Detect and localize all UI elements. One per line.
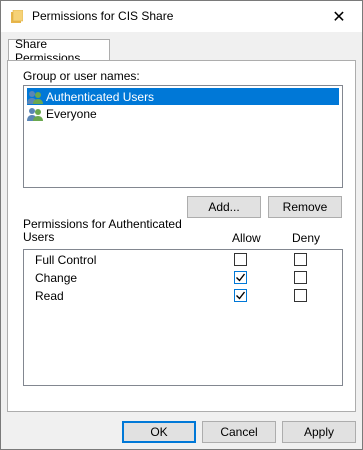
users-group-icon	[27, 106, 43, 122]
ok-button[interactable]: OK	[122, 421, 196, 443]
read-allow-checkbox[interactable]	[234, 289, 247, 302]
close-button[interactable]: ✕	[316, 1, 362, 32]
window-title: Permissions for CIS Share	[32, 9, 174, 23]
remove-button[interactable]: Remove	[268, 196, 342, 218]
folder-icon	[11, 9, 24, 23]
permission-name-change: Change	[35, 271, 78, 285]
read-deny-checkbox[interactable]	[294, 289, 307, 302]
permission-name-read: Read	[35, 289, 64, 303]
checkmark-icon	[236, 291, 246, 300]
tab-share-permissions[interactable]: Share Permissions	[8, 37, 110, 65]
permissions-list: Full Control Change Read	[23, 249, 343, 386]
full-control-deny-checkbox[interactable]	[294, 253, 307, 266]
user-list[interactable]: Authenticated Users Everyone	[23, 85, 343, 188]
permissions-label: Permissions for Authenticated Users	[23, 217, 182, 244]
permission-name-full-control: Full Control	[35, 253, 97, 267]
group-label: Group or user names:	[23, 69, 140, 83]
apply-button[interactable]: Apply	[282, 421, 356, 443]
full-control-allow-checkbox[interactable]	[234, 253, 247, 266]
deny-column-header: Deny	[292, 231, 321, 245]
list-item-label: Authenticated Users	[46, 89, 155, 104]
permissions-dialog: Permissions for CIS Share ✕ Share Permis…	[0, 0, 363, 450]
change-deny-checkbox[interactable]	[294, 271, 307, 284]
change-allow-checkbox[interactable]	[234, 271, 247, 284]
allow-column-header: Allow	[232, 231, 261, 245]
list-item-authenticated-users[interactable]: Authenticated Users	[27, 88, 339, 105]
list-item-everyone[interactable]: Everyone	[27, 105, 97, 122]
cancel-button[interactable]: Cancel	[202, 421, 276, 443]
users-group-icon	[27, 89, 43, 105]
title-bar: Permissions for CIS Share ✕	[1, 1, 362, 32]
checkmark-icon	[236, 273, 246, 282]
add-button[interactable]: Add...	[187, 196, 261, 218]
list-item-label: Everyone	[46, 106, 97, 121]
close-icon: ✕	[332, 8, 346, 26]
